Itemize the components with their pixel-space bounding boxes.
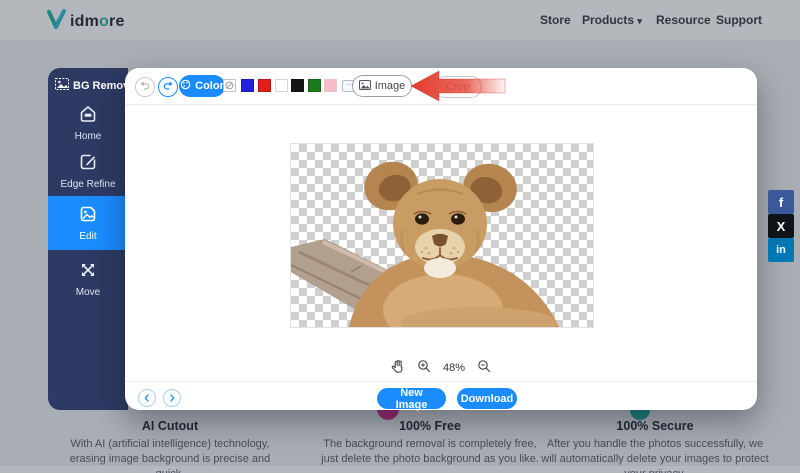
editor-toolbar: Color ...	[125, 68, 757, 105]
facebook-icon: f	[779, 195, 783, 210]
previous-image-button[interactable]	[138, 389, 156, 407]
color-tab-button[interactable]: Color	[179, 75, 225, 97]
sidebar-item-home[interactable]: Home	[48, 104, 128, 142]
redo-button[interactable]	[158, 77, 178, 97]
x-icon: X	[777, 219, 786, 234]
swatch-red[interactable]	[258, 79, 271, 92]
sidebar-item-label: Edit	[48, 231, 128, 242]
sidebar-item-label: Edge Refine	[48, 179, 128, 190]
bg-remover-dialog: Color ...	[125, 68, 757, 410]
screen: idmore Store Products ▾ Resource Support…	[0, 0, 800, 473]
hand-tool-icon[interactable]	[391, 359, 405, 378]
undo-icon	[139, 78, 151, 96]
zoom-controls: 48%	[125, 358, 757, 378]
facebook-share-button[interactable]: f	[768, 190, 794, 214]
swatch-blue[interactable]	[241, 79, 254, 92]
swatch-pink[interactable]	[324, 79, 337, 92]
linkedin-icon: in	[776, 244, 786, 256]
image-tab-button[interactable]: Image	[352, 75, 412, 97]
download-button[interactable]: Download	[457, 388, 517, 409]
image-icon	[359, 80, 371, 93]
sidebar-item-label: Home	[48, 131, 128, 142]
social-share-rail: f X in	[768, 190, 794, 262]
move-icon	[78, 260, 98, 285]
palette-icon	[180, 79, 191, 93]
edge-refine-icon	[78, 152, 98, 177]
chevron-right-icon	[168, 389, 176, 407]
zoom-in-icon[interactable]	[417, 359, 431, 378]
next-image-button[interactable]	[163, 389, 181, 407]
new-image-button[interactable]: New Image	[377, 388, 446, 409]
crop-tab-button[interactable]: Crop	[434, 76, 482, 98]
linkedin-share-button[interactable]: in	[768, 238, 794, 262]
undo-button[interactable]	[135, 77, 155, 97]
swatch-white[interactable]	[275, 79, 288, 92]
zoom-level-value: 48%	[443, 362, 465, 374]
redo-icon	[162, 78, 174, 96]
sidebar-item-edge-refine[interactable]: Edge Refine	[48, 152, 128, 190]
bg-remover-sidebar: BG Remover Home Edge Refine	[48, 68, 128, 410]
zoom-out-icon[interactable]	[477, 359, 491, 378]
footer-divider	[125, 381, 757, 382]
swatch-black[interactable]	[291, 79, 304, 92]
x-share-button[interactable]: X	[768, 214, 794, 238]
home-icon	[78, 104, 98, 129]
edit-image-icon	[78, 204, 98, 229]
swatch-green[interactable]	[308, 79, 321, 92]
chevron-left-icon	[143, 389, 151, 407]
sidebar-item-label: Move	[48, 287, 128, 298]
sidebar-item-edit[interactable]: Edit	[48, 196, 128, 250]
canvas-checkerboard[interactable]	[290, 143, 594, 328]
no-color-icon	[225, 77, 234, 95]
bg-remover-icon	[55, 78, 69, 93]
sidebar-item-move[interactable]: Move	[48, 260, 128, 298]
lion-image	[291, 144, 593, 327]
swatch-no-color[interactable]	[223, 79, 236, 92]
